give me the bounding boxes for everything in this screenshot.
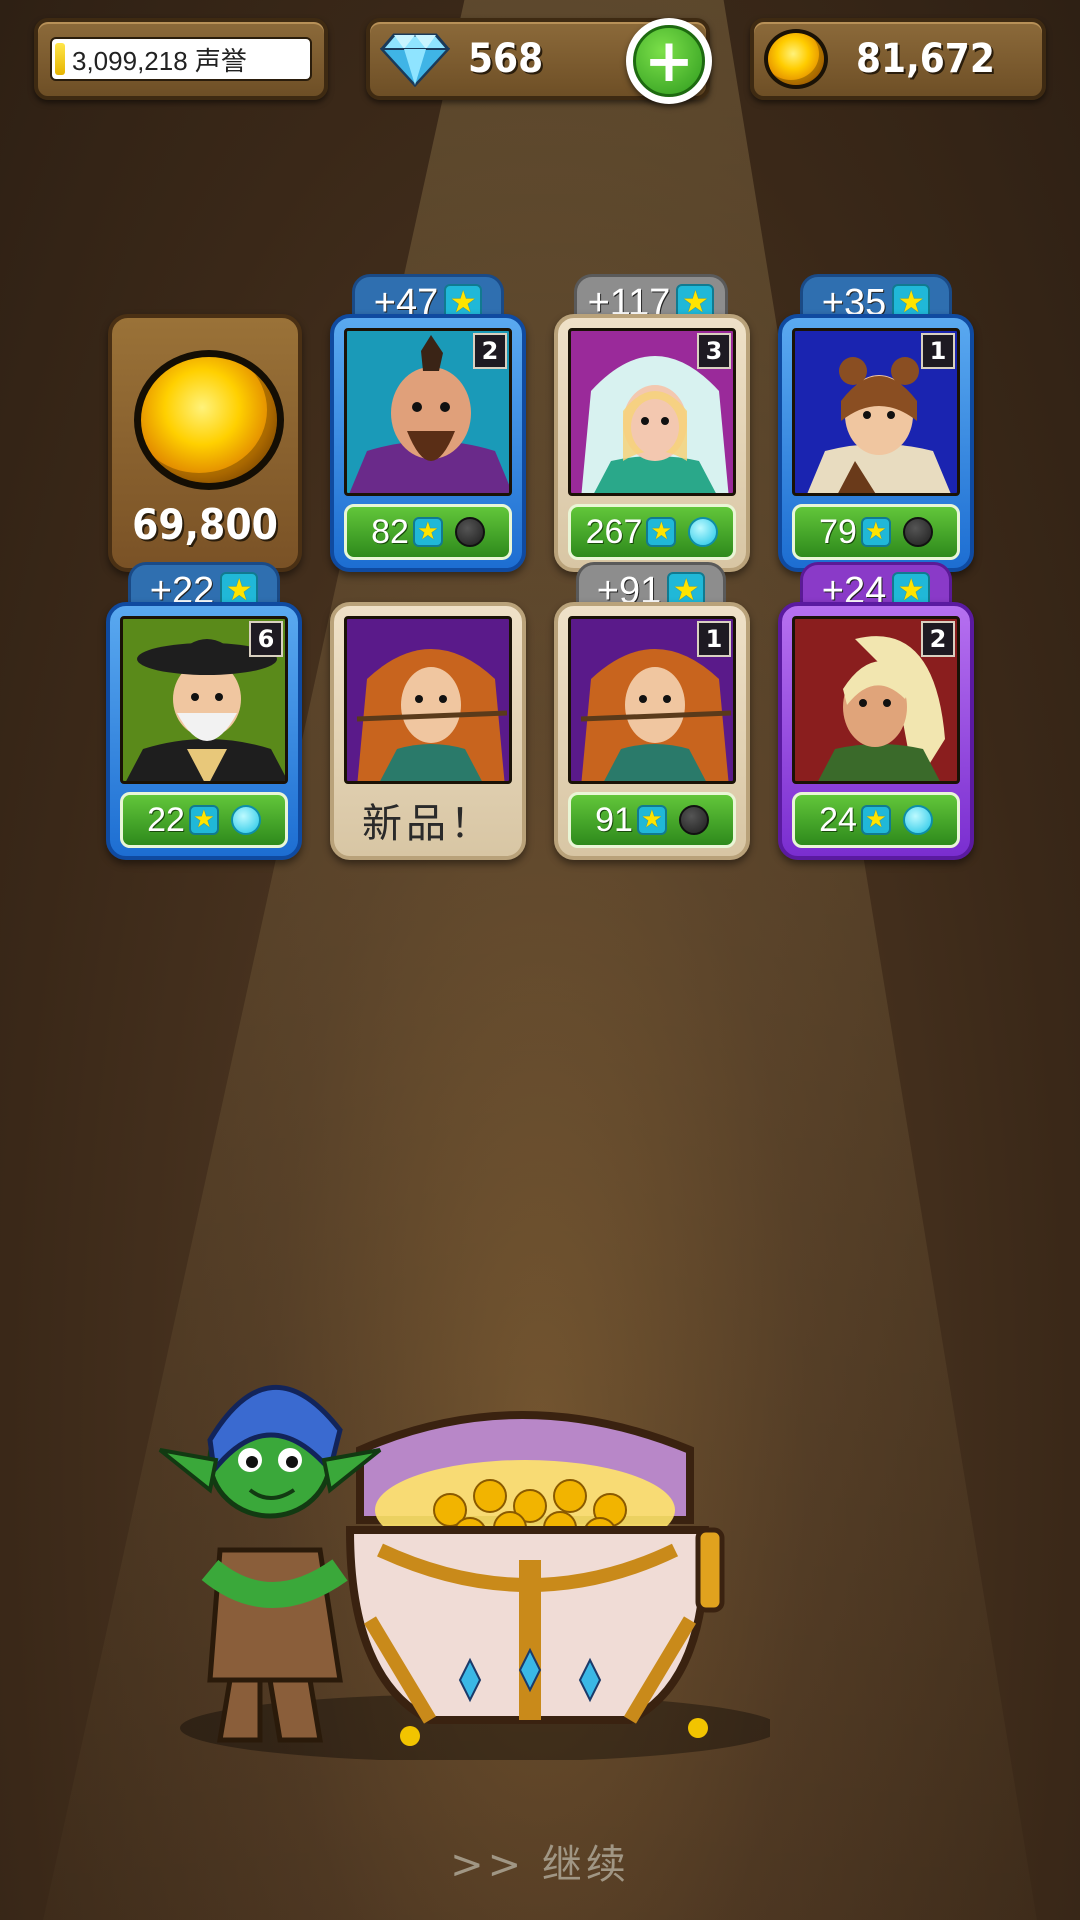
star-icon: ★ — [646, 517, 677, 547]
hero-card-1[interactable]: 2 82 ★ — [330, 314, 526, 572]
card-stat-value: 82 — [371, 512, 409, 551]
orb-icon — [688, 517, 719, 547]
card-stat-value: 267 — [585, 512, 643, 551]
orb-icon — [902, 517, 933, 547]
star-icon: ★ — [636, 805, 667, 835]
card-stat-bar: 22 ★ — [120, 792, 288, 848]
star-icon: ★ — [860, 517, 891, 547]
card-stat-value: 91 — [595, 800, 633, 839]
hero-portrait: 6 — [120, 616, 288, 784]
card-stat-bar: 267 ★ — [568, 504, 736, 560]
card-stat-bar: 79 ★ — [792, 504, 960, 560]
gold-coin-icon — [134, 350, 284, 490]
card-level: 6 — [249, 621, 283, 657]
goblin-treasure-chest-illustration — [158, 1384, 770, 1760]
hero-portrait: 1 — [792, 328, 960, 496]
hero-portrait: 3 — [568, 328, 736, 496]
card-stat-value: 79 — [819, 512, 857, 551]
card-stat-value: 24 — [819, 800, 857, 839]
orb-icon — [454, 517, 485, 547]
hero-portrait: 2 — [792, 616, 960, 784]
new-label: 新品！ — [362, 801, 494, 847]
gold-panel: 81,672 — [750, 18, 1046, 100]
star-icon: ★ — [188, 805, 219, 835]
gems-panel: 568 + — [366, 18, 712, 104]
reputation-panel: 3,099,218 声誉 — [34, 18, 328, 100]
hero-card-2[interactable]: 3 267 ★ — [554, 314, 750, 572]
card-level: 1 — [921, 333, 955, 369]
star-icon: ★ — [860, 805, 891, 835]
hero-card-3[interactable]: 1 79 ★ — [778, 314, 974, 572]
orb-icon — [230, 805, 261, 835]
card-level: 2 — [921, 621, 955, 657]
orb-icon — [678, 805, 709, 835]
hero-card-7[interactable]: 2 24 ★ — [778, 602, 974, 860]
hero-portrait — [344, 616, 512, 784]
gold-count: 81,672 — [856, 36, 995, 82]
hero-card-5-new[interactable]: 新品！ — [330, 602, 526, 860]
gems-count: 568 — [468, 36, 544, 82]
hero-card-4[interactable]: 6 22 ★ — [106, 602, 302, 860]
elf-archer-portrait-art — [356, 649, 508, 781]
hero-portrait: 2 — [344, 328, 512, 496]
reputation-value: 3,099,218 声誉 — [72, 45, 247, 76]
card-stat-value: 22 — [147, 800, 185, 839]
card-stat-bar: 82 ★ — [344, 504, 512, 560]
hero-card-6[interactable]: 1 91 ★ — [554, 602, 750, 860]
orb-icon — [902, 805, 933, 835]
reputation-progress-fill — [55, 43, 65, 75]
reputation-bar: 3,099,218 声誉 — [50, 37, 312, 81]
card-stat-bar: 91 ★ — [568, 792, 736, 848]
coin-reward-card: 69,800 — [108, 314, 302, 572]
hero-portrait: 1 — [568, 616, 736, 784]
card-level: 1 — [697, 621, 731, 657]
buy-gems-button[interactable]: + — [626, 18, 712, 104]
gold-coin-icon — [764, 29, 828, 89]
plus-icon: + — [633, 25, 705, 97]
star-icon: ★ — [412, 517, 443, 547]
card-level: 3 — [697, 333, 731, 369]
diamond-icon — [380, 33, 450, 87]
card-stat-bar: 24 ★ — [792, 792, 960, 848]
card-level: 2 — [473, 333, 507, 369]
continue-button[interactable]: >> 继续 — [0, 1832, 1080, 1890]
coin-reward-amount: 69,800 — [132, 500, 278, 549]
